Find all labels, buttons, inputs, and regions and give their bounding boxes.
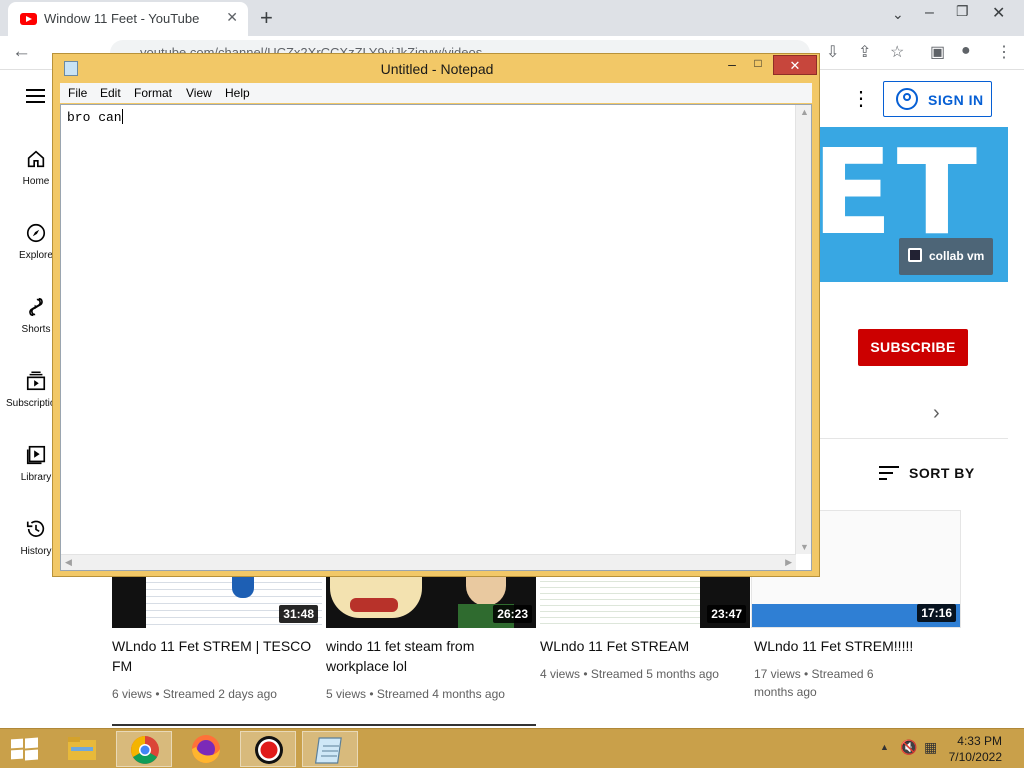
windows-logo-icon [11,738,23,749]
banner-text: ET [818,127,982,261]
notepad-close-button[interactable]: ✕ [773,55,817,75]
divider [820,438,1008,439]
video-meta: 17 views • Streamed 6 months ago [754,667,874,699]
chrome-icon [131,736,159,764]
browser-tabstrip: Window 11 Feet - YouTube ✕ + ⌄ – ❐ ✕ [0,0,1024,36]
more-options-icon[interactable]: ⋮ [851,89,871,109]
horizontal-scrollbar[interactable]: ◀ ▶ [61,554,796,570]
system-tray: ▲ 🔇 ▦ 4:33 PM 7/10/2022 [864,729,1024,768]
taskbar-file-explorer[interactable] [54,731,110,767]
tab-close-icon[interactable]: ✕ [226,9,238,26]
clock-date[interactable]: 7/10/2022 [949,750,1002,764]
next-row-edge [112,724,536,726]
notepad-title: Untitled - Notepad [380,61,494,77]
window-close-button[interactable]: ✕ [992,3,1005,23]
compass-icon [26,223,46,243]
subscriptions-icon [26,371,46,391]
taskbar-firefox[interactable] [178,731,234,767]
file-explorer-icon [68,737,96,760]
sort-by-button[interactable]: SORT BY [879,464,979,484]
menu-edit[interactable]: Edit [100,86,121,100]
guide-menu-icon[interactable] [26,89,45,107]
show-hidden-icons-icon[interactable]: ▲ [880,742,889,752]
notepad-menubar: File Edit Format View Help [60,83,812,103]
vertical-scrollbar[interactable]: ▲ ▼ [795,105,811,554]
history-icon [26,520,45,537]
text-caret [121,109,123,124]
notepad-minimize-button[interactable]: – [719,56,745,74]
scroll-down-icon[interactable]: ▼ [800,542,809,552]
video-title[interactable]: windo 11 fet steam from workplace lol [326,636,536,676]
recorder-icon [255,736,283,764]
install-icon[interactable]: ⇩ [826,42,839,62]
taskbar: ▲ 🔇 ▦ 4:33 PM 7/10/2022 [0,728,1024,768]
start-button[interactable] [10,737,38,761]
banner-watermark-label: collab vm [929,249,985,263]
video-thumbnail[interactable]: 23:47 [540,576,750,628]
notepad-text-content: bro can [67,109,123,125]
taskbar-chrome[interactable] [116,731,172,767]
chevron-right-icon[interactable]: › [933,402,940,425]
video-title[interactable]: WLndo 11 Fet STREM | TESCO FM [112,636,322,676]
firefox-icon [192,735,220,763]
network-icon[interactable]: ▦ [924,739,937,756]
notepad-maximize-button[interactable]: □ [745,56,771,74]
video-thumbnail[interactable]: 26:23 [326,576,536,628]
video-duration: 17:16 [917,604,956,622]
notepad-icon [314,737,342,764]
video-title[interactable]: WLndo 11 Fet STREM!!!!! [754,636,964,656]
account-icon [896,88,918,110]
sign-in-button[interactable]: SIGN IN [883,81,992,117]
video-meta: 5 views • Streamed 4 months ago [326,687,505,701]
channel-banner: ET collab vm [818,127,1008,282]
volume-muted-icon[interactable]: 🔇 [900,739,917,756]
video-duration: 26:23 [493,605,532,623]
sort-by-label: SORT BY [909,465,975,481]
share-icon[interactable]: ⇪ [858,42,871,62]
video-duration: 23:47 [707,605,746,623]
browser-menu-icon[interactable]: ⋮ [996,42,1012,62]
scroll-left-icon[interactable]: ◀ [65,557,72,568]
side-panel-icon[interactable]: ▣ [930,42,945,62]
menu-format[interactable]: Format [134,86,172,100]
banner-watermark: collab vm [899,238,993,275]
browser-tab[interactable]: Window 11 Feet - YouTube ✕ [8,2,248,36]
profile-icon[interactable]: ● [961,42,971,60]
scroll-up-icon[interactable]: ▲ [800,107,809,117]
notepad-window: Untitled - Notepad – □ ✕ File Edit Forma… [52,53,820,577]
library-icon [26,445,46,465]
sort-icon [879,466,899,484]
video-meta: 4 views • Streamed 5 months ago [540,667,719,681]
new-tab-button[interactable]: + [260,5,273,31]
menu-file[interactable]: File [68,86,87,100]
menu-view[interactable]: View [186,86,212,100]
collab-vm-logo-icon [908,248,922,262]
video-thumbnail[interactable]: 31:48 [112,576,322,628]
video-duration: 31:48 [279,605,318,623]
youtube-favicon-icon [20,13,37,25]
video-meta: 6 views • Streamed 2 days ago [112,687,277,701]
taskbar-notepad[interactable] [302,731,358,767]
menu-help[interactable]: Help [225,86,250,100]
taskbar-recorder[interactable] [240,731,296,767]
bookmark-star-icon[interactable]: ☆ [890,42,904,62]
tab-title: Window 11 Feet - YouTube [44,11,200,26]
subscribe-button[interactable]: SUBSCRIBE [858,329,968,366]
notepad-text: bro can [67,110,122,125]
sign-in-label: SIGN IN [928,92,984,108]
tab-search-icon[interactable]: ⌄ [892,6,904,23]
window-restore-button[interactable]: ❐ [956,3,969,20]
video-title[interactable]: WLndo 11 Fet STREAM [540,636,750,656]
window-minimize-button[interactable]: – [925,4,934,22]
shorts-icon [29,297,43,317]
scroll-right-icon[interactable]: ▶ [785,557,792,568]
notepad-text-area[interactable]: bro can ▲ ▼ ◀ ▶ [60,104,812,571]
home-icon [27,150,45,168]
back-arrow-icon[interactable]: ← [12,41,31,63]
clock-time[interactable]: 4:33 PM [957,734,1002,748]
